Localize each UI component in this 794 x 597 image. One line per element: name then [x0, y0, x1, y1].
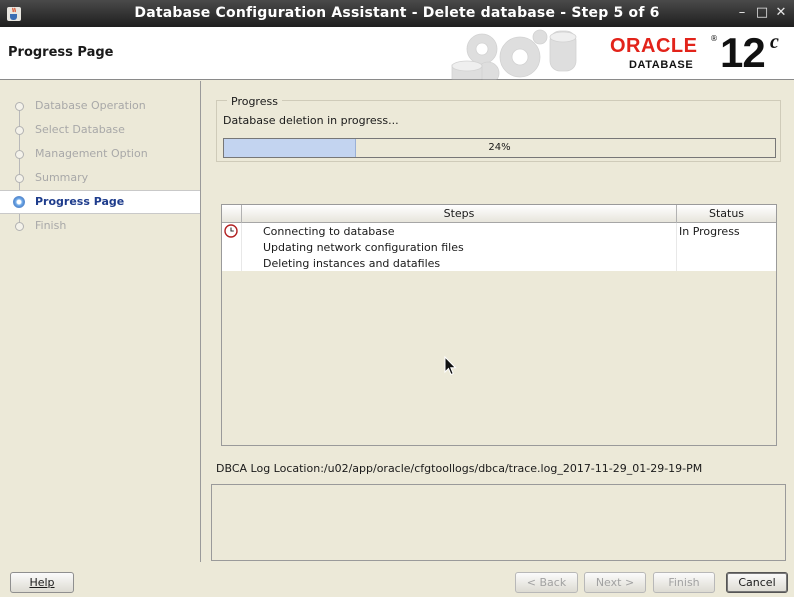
- progress-group-label: Progress: [227, 95, 282, 108]
- nav-item-label: Database Operation: [35, 99, 146, 112]
- nav-item-database-operation: Database Operation: [0, 95, 200, 117]
- step-dot-icon: [15, 222, 24, 231]
- gears-decoration-icon: [451, 29, 577, 80]
- table-row[interactable]: Deleting instances and datafiles: [222, 255, 776, 271]
- nav-item-finish: Finish: [0, 215, 200, 237]
- step-status: [676, 255, 776, 271]
- steps-table[interactable]: Steps Status Connecting to database In P…: [221, 204, 777, 446]
- database-wordmark: DATABASE: [629, 59, 694, 71]
- row-icon-cell: [222, 223, 242, 239]
- oracle-wordmark: ORACLE: [610, 35, 698, 57]
- step-status: [676, 239, 776, 255]
- step-status: In Progress: [676, 223, 776, 239]
- row-icon-cell: [222, 239, 242, 255]
- back-button[interactable]: < Back: [515, 572, 578, 593]
- log-details-area[interactable]: [211, 484, 786, 561]
- close-button[interactable]: ✕: [773, 4, 789, 22]
- version-suffix: c: [770, 31, 779, 53]
- progress-bar: 24%: [223, 138, 776, 158]
- nav-item-management-option: Management Option: [0, 143, 200, 165]
- progress-group: Progress Database deletion in progress..…: [216, 95, 781, 162]
- nav-item-progress-page: Progress Page: [0, 190, 200, 214]
- clock-icon: [224, 224, 238, 238]
- progress-message: Database deletion in progress...: [223, 114, 399, 127]
- step-dot-icon: [15, 102, 24, 111]
- nav-item-label: Management Option: [35, 147, 148, 160]
- window-titlebar: Database Configuration Assistant - Delet…: [0, 0, 794, 27]
- help-button[interactable]: Help: [10, 572, 74, 593]
- version-number: 12: [720, 29, 766, 76]
- nav-item-select-database: Select Database: [0, 119, 200, 141]
- nav-item-label: Progress Page: [35, 195, 125, 208]
- minimize-button[interactable]: –: [734, 4, 750, 22]
- cancel-button[interactable]: Cancel: [726, 572, 788, 593]
- step-dot-icon: [15, 126, 24, 135]
- table-row[interactable]: Connecting to database In Progress: [222, 223, 776, 239]
- step-name: Connecting to database: [263, 225, 395, 238]
- row-icon-cell: [222, 255, 242, 271]
- table-row[interactable]: Updating network configuration files: [222, 239, 776, 255]
- current-step-icon: [13, 196, 25, 208]
- maximize-button[interactable]: □: [754, 4, 770, 22]
- nav-item-label: Finish: [35, 219, 67, 232]
- step-dot-icon: [15, 150, 24, 159]
- registered-mark: ®: [710, 34, 718, 43]
- page-header: Progress Page ORACLE ® DATABASE 12 c: [0, 27, 794, 80]
- step-name: Updating network configuration files: [263, 241, 464, 254]
- status-column-header[interactable]: Status: [677, 207, 776, 220]
- table-header: Steps Status: [222, 205, 776, 223]
- step-dot-icon: [15, 174, 24, 183]
- step-name: Deleting instances and datafiles: [263, 257, 441, 270]
- window-title: Database Configuration Assistant - Delet…: [134, 5, 660, 21]
- nav-item-summary: Summary: [0, 167, 200, 189]
- finish-button[interactable]: Finish: [653, 572, 715, 593]
- mouse-pointer-icon: [444, 356, 457, 376]
- page-title: Progress Page: [8, 45, 114, 60]
- oracle-database-logo: ORACLE ® DATABASE 12 c: [610, 29, 790, 77]
- help-button-label: Help: [29, 576, 55, 589]
- steps-column-header[interactable]: Steps: [242, 207, 676, 220]
- nav-item-label: Select Database: [35, 123, 125, 136]
- next-button[interactable]: Next >: [584, 572, 646, 593]
- steps-navigation: Database Operation Select Database Manag…: [0, 81, 201, 562]
- nav-item-label: Summary: [35, 171, 89, 184]
- progress-percent: 24%: [488, 142, 511, 153]
- log-location: DBCA Log Location:/u02/app/oracle/cfgtoo…: [216, 462, 703, 475]
